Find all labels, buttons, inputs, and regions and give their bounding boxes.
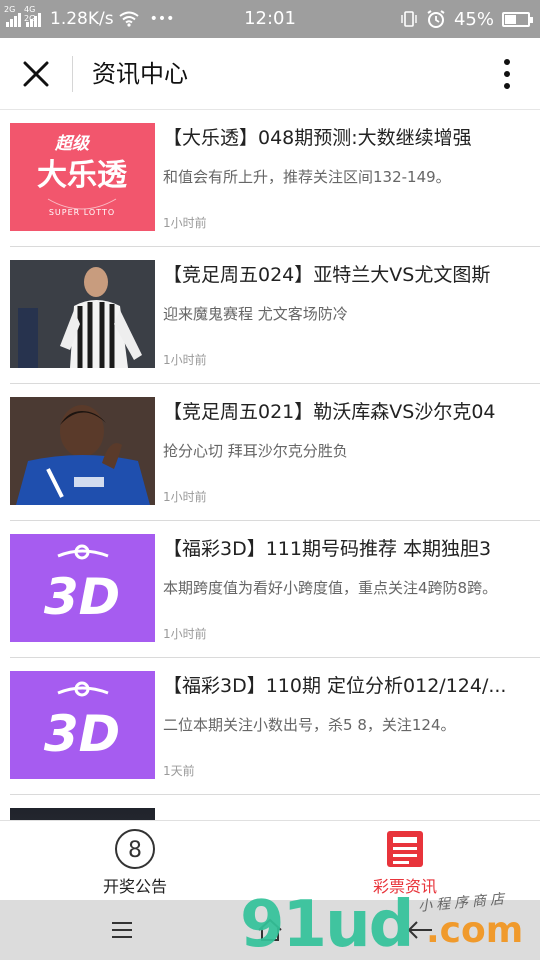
- article-thumbnail: [10, 808, 155, 820]
- list-item[interactable]: 【竞足周五024】亚特兰大VS尤文图斯 迎来魔鬼赛程 尤文客场防冷 1小时前: [0, 247, 540, 384]
- article-title: 【大乐透】048期预测:大数继续增强: [163, 127, 472, 149]
- page-title: 资讯中心: [92, 60, 188, 88]
- list-item[interactable]: 【竞足周五021】勒沃库森VS沙尔克04 抢分心切 拜耳沙尔克分胜负 1小时前: [0, 384, 540, 521]
- tab-label: 彩票资讯: [372, 877, 437, 896]
- nav-back-button[interactable]: [390, 910, 450, 950]
- daletou-logo-thumbnail: 超级 大乐透 SUPER LOTTO: [10, 123, 155, 231]
- tab-lottery-results[interactable]: 8 开奖公告: [0, 821, 270, 901]
- status-bar: 2G 4G 2G 1.28K/s ••• 12:01 45%: [0, 0, 540, 38]
- list-item[interactable]: 3D 【福彩3D】111期号码推荐 本期独胆3 本期跨度值为看好小跨度值，重点关…: [0, 521, 540, 658]
- close-button[interactable]: [14, 54, 58, 94]
- list-item[interactable]: [0, 795, 540, 820]
- status-right: 45%: [400, 0, 533, 38]
- nav-menu-button[interactable]: [92, 910, 152, 950]
- alarm-icon: [427, 10, 445, 28]
- football-player-photo: [10, 260, 155, 368]
- article-title: 【福彩3D】110期 定位分析012/124/...: [163, 675, 507, 697]
- fucai-3d-thumbnail: 3D: [10, 671, 155, 779]
- more-button[interactable]: [494, 56, 520, 92]
- svg-text:大乐透: 大乐透: [37, 158, 127, 193]
- back-arrow-icon: [407, 921, 432, 939]
- svg-text:超级: 超级: [54, 134, 91, 154]
- tab-lottery-news[interactable]: 彩票资讯: [270, 821, 540, 901]
- article-list[interactable]: 超级 大乐透 SUPER LOTTO 【大乐透】048期预测:大数继续增强 和值…: [0, 110, 540, 820]
- system-nav-bar: [0, 900, 540, 960]
- article-time: 1小时前: [163, 216, 207, 230]
- news-icon: [387, 831, 423, 867]
- more-dot: [504, 83, 510, 89]
- article-summary: 二位本期关注小数出号，杀5 8，关注124。: [163, 716, 456, 734]
- player-photo-image: [10, 260, 155, 368]
- fucai-3d-logo-icon: 3D: [44, 681, 120, 763]
- article-time: 1小时前: [163, 490, 207, 504]
- article-title: 【竞足周五021】勒沃库森VS沙尔克04: [163, 401, 496, 423]
- fucai-3d-thumbnail: 3D: [10, 534, 155, 642]
- battery-icon: [502, 11, 533, 27]
- menu-icon: [112, 922, 132, 938]
- daletou-logo-icon: 超级 大乐透 SUPER LOTTO: [37, 134, 127, 217]
- article-summary: 抢分心切 拜耳沙尔克分胜负: [163, 442, 348, 460]
- more-dot: [504, 71, 510, 77]
- title-divider: [72, 56, 73, 92]
- article-time: 1天前: [163, 764, 195, 778]
- bottom-tab-bar: 8 开奖公告 彩票资讯: [0, 820, 540, 900]
- battery-level: [505, 14, 516, 24]
- svg-text:3D: 3D: [44, 705, 120, 763]
- nav-home-button[interactable]: [240, 910, 300, 950]
- article-summary: 本期跨度值为看好小跨度值，重点关注4跨防8跨。: [163, 579, 498, 597]
- lottery-ball-icon: 8: [115, 829, 155, 869]
- home-icon: [258, 918, 282, 941]
- article-title: 【竞足周五024】亚特兰大VS尤文图斯: [163, 264, 491, 286]
- vibrate-icon: [401, 11, 417, 27]
- tab-label: 开奖公告: [102, 877, 167, 896]
- fucai-3d-logo-icon: 3D: [44, 544, 120, 626]
- svg-text:8: 8: [128, 838, 142, 863]
- list-item[interactable]: 3D 【福彩3D】110期 定位分析012/124/... 二位本期关注小数出号…: [0, 658, 540, 795]
- article-summary: 迎来魔鬼赛程 尤文客场防冷: [163, 305, 348, 323]
- battery-percent: 45%: [453, 8, 494, 30]
- article-summary: 和值会有所上升，推荐关注区间132-149。: [163, 168, 451, 186]
- player-photo-image: [10, 397, 155, 505]
- article-title: 【福彩3D】111期号码推荐 本期独胆3: [163, 538, 492, 560]
- football-player-photo: [10, 397, 155, 505]
- svg-text:SUPER LOTTO: SUPER LOTTO: [49, 208, 115, 217]
- article-time: 1小时前: [163, 353, 207, 367]
- title-bar: 资讯中心: [0, 38, 540, 110]
- article-time: 1小时前: [163, 627, 207, 641]
- svg-text:3D: 3D: [44, 568, 120, 626]
- close-icon: [23, 61, 49, 87]
- more-vertical-icon: [504, 59, 510, 65]
- list-item[interactable]: 超级 大乐透 SUPER LOTTO 【大乐透】048期预测:大数继续增强 和值…: [0, 110, 540, 247]
